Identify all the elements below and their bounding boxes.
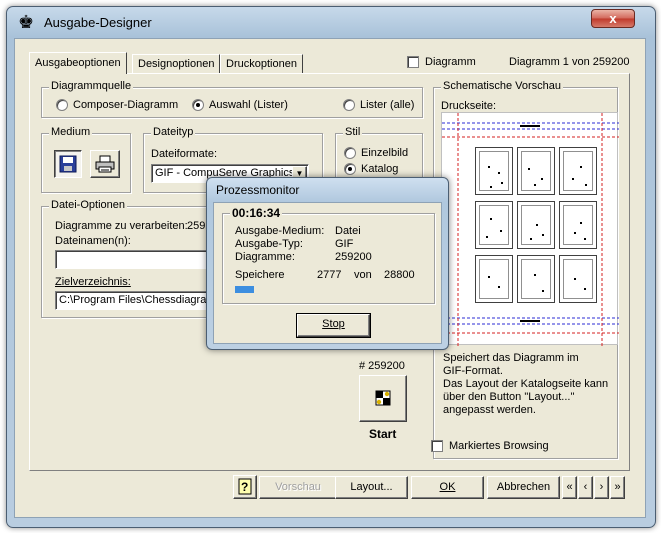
nav-next-button[interactable]: › — [594, 476, 609, 499]
chess-board-icon — [375, 390, 391, 406]
filename-label: Dateinamen(n): — [55, 235, 131, 247]
tab-ausgabeoptionen[interactable]: Ausgabeoptionen — [29, 52, 127, 74]
output-medium-value: Datei — [335, 225, 361, 237]
catalog-thumbnail — [517, 147, 555, 195]
layout-button[interactable]: Layout... — [335, 476, 408, 499]
saving-of: von — [354, 269, 372, 281]
tab-druckoptionen[interactable]: Druckoptionen — [220, 54, 303, 74]
start-button[interactable] — [359, 375, 407, 422]
catalog-thumbnail — [517, 201, 555, 249]
nav-first-button[interactable]: « — [562, 476, 577, 499]
ok-button[interactable]: OK — [411, 476, 484, 499]
progress-monitor-title: Prozessmonitor — [216, 183, 300, 197]
source-lister-selection-radio[interactable] — [192, 99, 204, 111]
progress-bar — [235, 286, 431, 293]
preview-button[interactable]: Vorschau — [259, 476, 337, 499]
target-directory-label: Zielverzeichnis: — [55, 276, 131, 288]
saving-current: 2777 — [317, 269, 342, 281]
tab-designoptionen[interactable]: Designoptionen — [132, 54, 221, 74]
style-legend: Stil — [343, 126, 363, 138]
diagram-count-label: Diagramme zu verarbeiten: — [55, 220, 188, 232]
style-single-label: Einzelbild — [361, 147, 409, 159]
catalog-thumbnail — [517, 255, 555, 303]
filetype-legend: Dateityp — [151, 126, 196, 138]
print-page-label: Druckseite: — [441, 100, 497, 112]
medium-legend: Medium — [49, 126, 93, 138]
elapsed-time: 00:16:34 — [230, 206, 283, 220]
svg-text:?: ? — [241, 480, 248, 494]
nav-last-button[interactable]: » — [610, 476, 625, 499]
saving-label: Speichere — [235, 269, 285, 281]
saving-total: 28800 — [384, 269, 415, 281]
chess-king-icon: ♚ — [18, 12, 35, 32]
source-lister-selection-label: Auswahl (Lister) — [209, 99, 288, 111]
catalog-thumbnail — [559, 255, 597, 303]
style-catalog-radio[interactable] — [344, 163, 356, 175]
catalog-thumbnail — [475, 147, 513, 195]
printer-icon — [95, 155, 115, 173]
output-type-value: GIF — [335, 238, 354, 250]
preview-description: Speichert das Diagramm im GIF-Format. Da… — [443, 352, 609, 416]
progress-bar-fill — [235, 286, 254, 293]
output-type-key: Ausgabe-Typ: — [235, 238, 303, 250]
style-catalog-label: Katalog — [361, 163, 399, 175]
stop-button[interactable]: Stop — [296, 313, 371, 338]
source-composer-radio[interactable] — [56, 99, 68, 111]
source-lister-all-label: Lister (alle) — [360, 99, 415, 111]
progress-monitor-client: 00:16:34 Ausgabe-Medium: Datei Ausgabe-T… — [213, 202, 442, 344]
help-button[interactable]: ? — [233, 475, 257, 499]
print-page-preview — [441, 112, 619, 346]
catalog-thumbnail — [475, 255, 513, 303]
marked-browsing-label: Markiertes Browsing — [449, 440, 549, 452]
diagram-source-legend: Diagrammquelle — [49, 80, 134, 92]
source-lister-all-radio[interactable] — [343, 99, 355, 111]
help-icon: ? — [238, 478, 252, 495]
catalog-thumbnail — [475, 201, 513, 249]
diagram-checkbox-label: Diagramm — [425, 56, 476, 68]
medium-print-button[interactable] — [90, 150, 120, 178]
diagram-checkbox[interactable] — [407, 56, 419, 68]
output-medium-key: Ausgabe-Medium: — [235, 225, 325, 237]
medium-file-button[interactable] — [54, 150, 82, 178]
cancel-button[interactable]: Abbrechen — [487, 476, 560, 499]
nav-prev-button[interactable]: ‹ — [578, 476, 593, 499]
close-button[interactable]: x — [591, 9, 635, 28]
style-single-radio[interactable] — [344, 147, 356, 159]
progress-monitor-dialog: Prozessmonitor 00:16:34 Ausgabe-Medium: … — [206, 177, 449, 350]
source-composer-label: Composer-Diagramm — [73, 99, 179, 111]
floppy-disk-icon — [59, 155, 77, 173]
diagrams-key: Diagramme: — [235, 251, 295, 263]
start-count: # 259200 — [359, 360, 405, 372]
marked-browsing-checkbox[interactable] — [431, 440, 443, 452]
window-title: Ausgabe-Designer — [44, 15, 152, 30]
file-formats-label: Dateiformate: — [151, 148, 218, 160]
schematic-preview-legend: Schematische Vorschau — [441, 80, 564, 92]
start-label: Start — [369, 427, 397, 441]
catalog-thumbnail — [559, 201, 597, 249]
catalog-thumbnail — [559, 147, 597, 195]
diagrams-value: 259200 — [335, 251, 372, 263]
diagram-counter: Diagramm 1 von 259200 — [509, 56, 630, 68]
file-options-legend: Datei-Optionen — [49, 199, 127, 211]
